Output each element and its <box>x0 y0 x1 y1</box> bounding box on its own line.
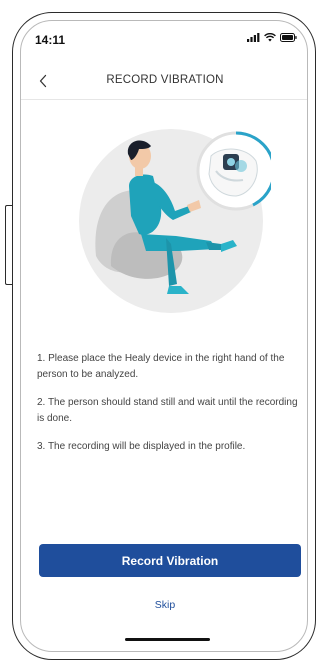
wifi-icon <box>264 33 276 42</box>
home-indicator <box>125 638 210 641</box>
signal-icon <box>247 33 260 42</box>
instructions: 1. Please place the Healy device in the … <box>37 351 299 467</box>
status-time: 14:11 <box>35 33 66 47</box>
record-vibration-button[interactable]: Record Vibration <box>39 544 301 577</box>
status-icons <box>247 33 297 42</box>
skip-link[interactable]: Skip <box>21 599 307 611</box>
side-button <box>5 205 12 285</box>
battery-icon <box>280 33 297 42</box>
device-frame: 14:11 RECORD VIBRATION 1. Please place t… <box>0 0 326 666</box>
header: RECORD VIBRATION <box>21 65 307 100</box>
instruction-step-3: 3. The recording will be displayed in th… <box>37 441 246 452</box>
status-bar: 14:11 <box>21 21 307 61</box>
instruction-step-2: 2. The person should stand still and wai… <box>37 397 298 424</box>
instruction-step-1: 1. Please place the Healy device in the … <box>37 353 285 380</box>
healy-illustration <box>79 129 271 313</box>
page-title: RECORD VIBRATION <box>106 74 224 86</box>
phone-screen: 14:11 RECORD VIBRATION 1. Please place t… <box>20 20 308 652</box>
